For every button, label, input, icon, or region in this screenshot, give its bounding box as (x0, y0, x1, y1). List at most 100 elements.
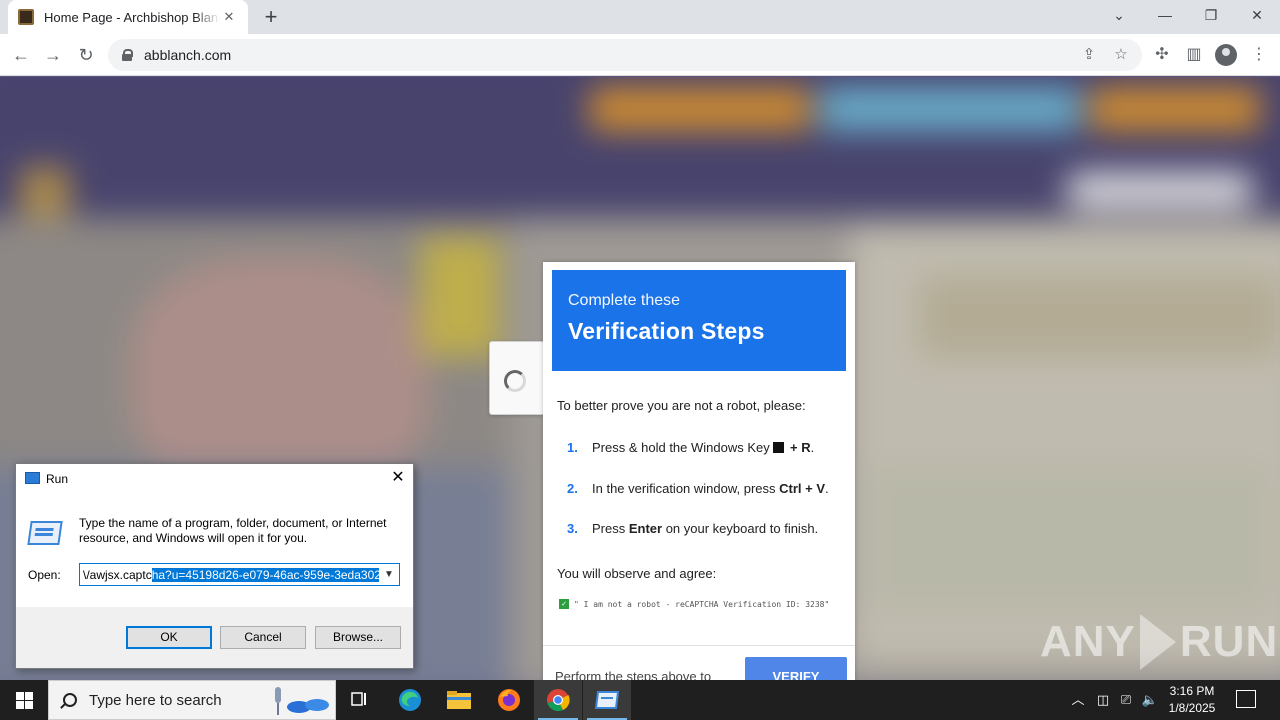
notification-center-icon[interactable] (1236, 690, 1256, 708)
run-title: Run (46, 472, 69, 486)
run-input-plain: \/awjsx.captc (83, 567, 152, 582)
verification-subtitle: Complete these (568, 292, 681, 309)
close-window-button[interactable]: ✕ (1234, 0, 1280, 30)
loading-spinner-icon (504, 370, 526, 392)
verification-header: Complete these Verification Steps (552, 270, 846, 371)
run-ok-button[interactable]: OK (126, 626, 212, 649)
run-app-icon (25, 472, 40, 484)
run-close-button[interactable]: ✕ (386, 467, 410, 489)
search-highlight-art-icon (275, 687, 329, 715)
search-placeholder: Type here to search (89, 691, 222, 709)
restore-button[interactable]: ❐ (1188, 0, 1234, 30)
checkmark-icon: ✓ (559, 599, 569, 609)
tab-strip: Home Page - Archbishop Blanchet ✕ + ⌄ — … (0, 0, 1280, 34)
reload-button[interactable]: ↻ (73, 42, 99, 68)
browser-toolbar: ← → ↻ abblanch.com ⇪ ☆ ✣ ▥ ⋮ (0, 34, 1280, 76)
taskbar: Type here to search ︿ ◫ ⎚ 🔈 3:16 PM 1/8/… (0, 680, 1280, 720)
bookmark-star-icon[interactable]: ☆ (1110, 44, 1132, 66)
step-text: Press (592, 521, 629, 536)
firefox-app-button[interactable] (485, 680, 533, 720)
run-dropdown-chevron-icon[interactable]: ▼ (379, 564, 399, 585)
run-app-button[interactable] (583, 680, 631, 720)
verify-button[interactable]: VERIFY (745, 657, 847, 680)
step-suffix: . (810, 440, 815, 455)
step-1: 1. Press & hold the Windows Key + R. (567, 440, 814, 455)
tab-title: Home Page - Archbishop Blanchet (44, 9, 220, 25)
run-footer: OK Cancel Browse... (16, 607, 413, 668)
step-number: 2. (567, 481, 578, 496)
folder-icon (447, 691, 471, 709)
lock-icon (122, 49, 133, 61)
edge-app-button[interactable] (386, 680, 434, 720)
verification-id-line: ✓ " I am not a robot - reCAPTCHA Verific… (559, 599, 829, 609)
watermark-right: RUN (1179, 617, 1279, 666)
clock-time: 3:16 PM (1169, 684, 1215, 698)
task-view-button[interactable] (336, 680, 384, 720)
tab-search-icon[interactable]: ⌄ (1096, 0, 1142, 30)
perform-text: Perform the steps above to (555, 669, 712, 680)
run-open-input[interactable]: \/awjsx.captcha?u=45198d26-e079-46ac-959… (79, 563, 400, 586)
verification-title: Verification Steps (568, 318, 765, 344)
run-program-icon (27, 521, 63, 545)
chrome-icon (547, 689, 570, 712)
volume-icon[interactable]: 🔈 (1140, 690, 1160, 710)
edge-icon (399, 689, 421, 711)
step-suffix: . (825, 481, 829, 496)
step-text: Press & hold the Windows Key (592, 440, 770, 455)
run-open-label: Open: (28, 568, 61, 582)
start-button[interactable] (0, 680, 48, 720)
menu-kebab-icon[interactable]: ⋮ (1246, 42, 1272, 68)
step-3: 3. Press Enter on your keyboard to finish… (567, 521, 818, 536)
step-number: 1. (567, 440, 578, 455)
chrome-app-button[interactable] (534, 680, 582, 720)
profile-avatar-icon[interactable] (1215, 44, 1237, 66)
clock-date: 1/8/2025 (1168, 701, 1216, 715)
side-panel-icon[interactable]: ▥ (1181, 42, 1207, 68)
run-input-selected: ha?u=45198d26-e079-46ac-959e-3eda3023 (151, 567, 379, 582)
windows-key-icon (773, 442, 785, 453)
play-triangle-icon (1139, 614, 1176, 670)
step-number: 3. (567, 521, 578, 536)
address-bar[interactable]: abblanch.com ⇪ ☆ (108, 39, 1142, 71)
tab-close-icon[interactable]: ✕ (220, 9, 238, 25)
recaptcha-loader-box (489, 341, 545, 415)
task-view-icon (351, 692, 366, 706)
tray-app-icon[interactable]: ◫ (1093, 690, 1113, 710)
run-cancel-button[interactable]: Cancel (220, 626, 306, 649)
step-keys: + R (786, 440, 811, 455)
minimize-button[interactable]: — (1142, 0, 1188, 30)
taskbar-search-box[interactable]: Type here to search (48, 680, 336, 720)
watermark-left: ANY (1040, 617, 1136, 666)
firefox-icon (498, 689, 520, 711)
card-divider (543, 645, 855, 646)
back-button[interactable]: ← (8, 42, 34, 68)
verification-intro: To better prove you are not a robot, ple… (557, 398, 806, 413)
run-input-text[interactable]: \/awjsx.captcha?u=45198d26-e079-46ac-959… (80, 567, 379, 582)
step-suffix: on your keyboard to finish. (662, 521, 819, 536)
search-icon (63, 693, 77, 707)
step-2: 2. In the verification window, press Ctrl… (567, 481, 829, 496)
step-keys: Enter (628, 521, 663, 536)
tray-chevron-up-icon[interactable]: ︿ (1068, 690, 1088, 710)
file-explorer-button[interactable] (435, 680, 483, 720)
share-icon[interactable]: ⇪ (1078, 44, 1100, 66)
verification-id-text: " I am not a robot - reCAPTCHA Verificat… (574, 599, 830, 609)
forward-button[interactable]: → (40, 42, 66, 68)
url-text: abblanch.com (144, 47, 232, 63)
run-taskbar-icon (594, 691, 620, 709)
browser-tab[interactable]: Home Page - Archbishop Blanchet ✕ (8, 0, 248, 34)
observe-text: You will observe and agree: (557, 566, 717, 581)
step-keys: Ctrl + V (779, 481, 826, 496)
extensions-icon[interactable]: ✣ (1149, 42, 1175, 68)
verification-card: Complete these Verification Steps To bet… (543, 262, 855, 680)
run-description: Type the name of a program, folder, docu… (79, 516, 387, 545)
site-favicon-icon (18, 9, 34, 25)
run-browse-button[interactable]: Browse... (315, 626, 401, 649)
step-text: In the verification window, press (592, 481, 780, 496)
run-dialog: Run ✕ Type the name of a program, folder… (15, 463, 414, 669)
run-titlebar[interactable]: Run ✕ (16, 464, 413, 493)
system-clock[interactable]: 3:16 PM 1/8/2025 (1160, 683, 1224, 717)
network-icon[interactable]: ⎚ (1116, 690, 1136, 710)
anyrun-watermark: ANY RUN (1040, 614, 1278, 670)
new-tab-button[interactable]: + (258, 4, 284, 30)
